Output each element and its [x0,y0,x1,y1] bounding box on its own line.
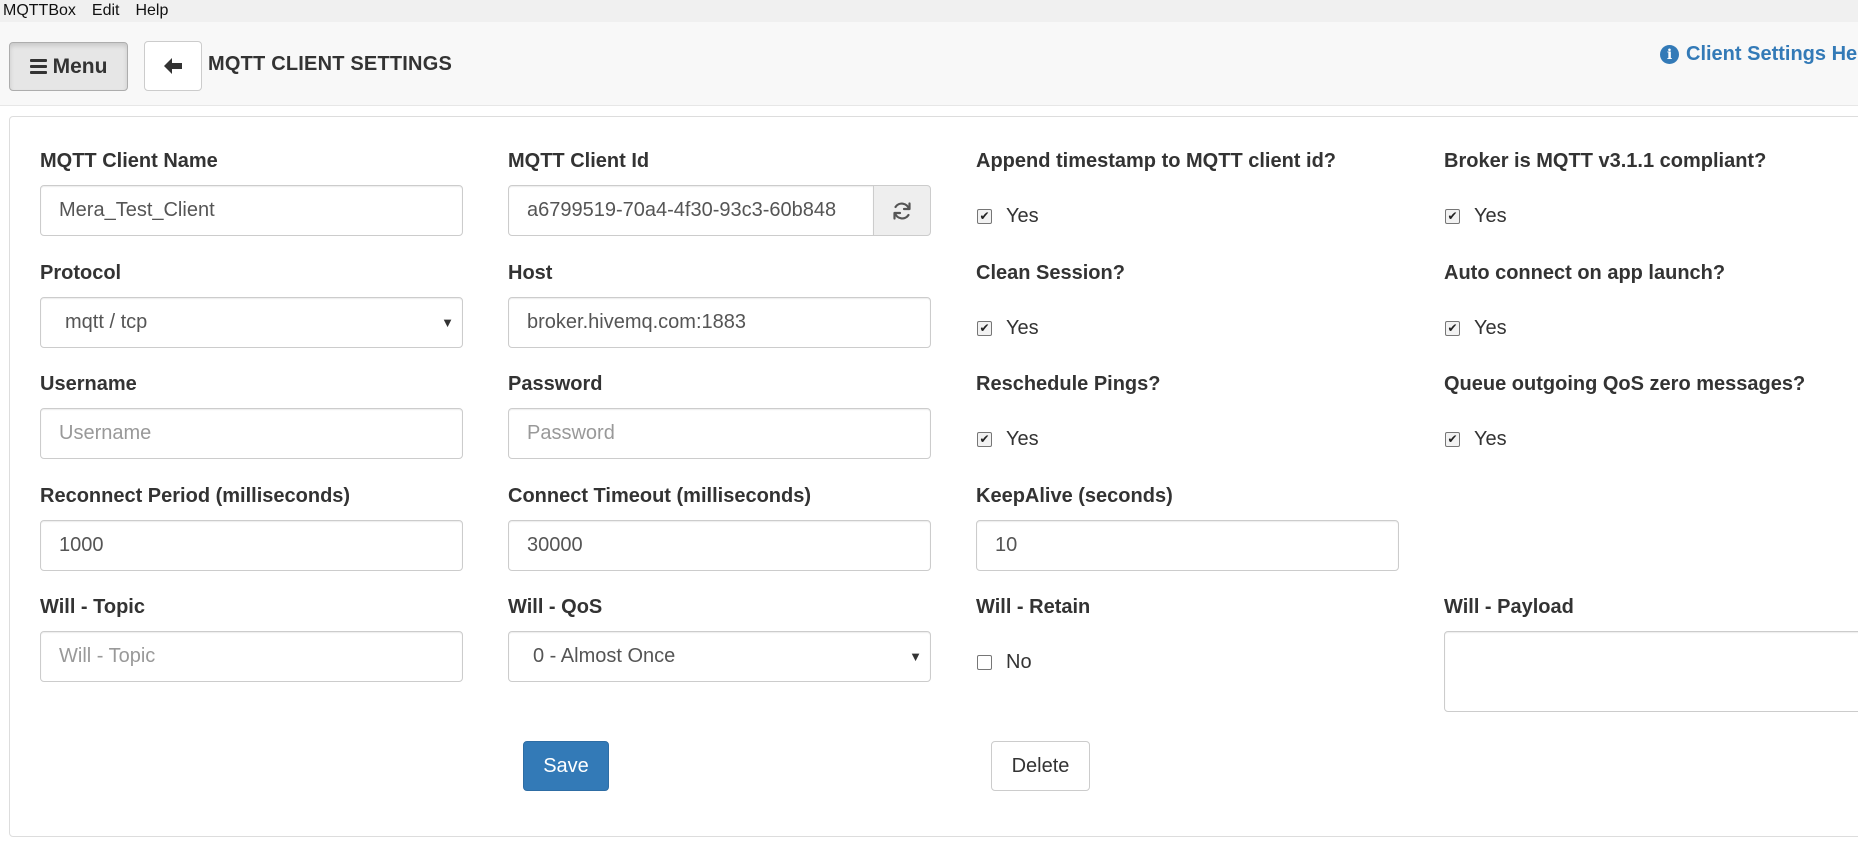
queue-qos-zero-option: Yes [1474,428,1507,450]
reconnect-period-input[interactable]: 1000 [40,520,463,571]
append-timestamp-label: Append timestamp to MQTT client id? [976,150,1336,172]
auto-connect-option: Yes [1474,317,1507,339]
mqtt-311-checkbox[interactable]: ✔ Yes [1445,205,1507,228]
username-input[interactable] [40,408,463,459]
regenerate-client-id-button[interactable] [873,185,931,236]
arrow-left-icon [164,58,182,74]
will-topic-input[interactable] [40,631,463,682]
checkbox-checked-icon: ✔ [1445,432,1460,447]
connect-timeout-input[interactable]: 30000 [508,520,931,571]
help-link-label: Client Settings He [1686,43,1858,65]
back-button[interactable] [144,41,202,91]
protocol-select[interactable]: mqtt / tcp ▼ [40,297,463,348]
will-payload-textarea[interactable] [1444,631,1858,712]
will-qos-select[interactable]: 0 - Almost Once ▼ [508,631,931,682]
mqtt-311-label: Broker is MQTT v3.1.1 compliant? [1444,150,1767,172]
clean-session-checkbox[interactable]: ✔ Yes [977,317,1039,340]
will-retain-checkbox[interactable]: No [977,651,1032,674]
clean-session-label: Clean Session? [976,262,1125,284]
reschedule-pings-label: Reschedule Pings? [976,373,1161,395]
checkbox-checked-icon: ✔ [977,432,992,447]
menubar-app[interactable]: MQTTBox [3,0,76,22]
auto-connect-label: Auto connect on app launch? [1444,262,1726,284]
client-id-input[interactable]: a6799519-70a4-4f30-93c3-60b848 [508,185,874,236]
menu-button[interactable]: Menu [9,42,128,91]
will-topic-label: Will - Topic [40,596,145,618]
keepalive-input[interactable]: 10 [976,520,1399,571]
keepalive-label: KeepAlive (seconds) [976,485,1173,507]
hamburger-icon [29,59,47,74]
refresh-icon [893,201,911,220]
checkbox-checked-icon: ✔ [1445,321,1460,336]
queue-qos-zero-label: Queue outgoing QoS zero messages? [1444,373,1806,395]
connect-timeout-label: Connect Timeout (milliseconds) [508,485,811,507]
reconnect-period-label: Reconnect Period (milliseconds) [40,485,351,507]
will-payload-label: Will - Payload [1444,596,1574,618]
checkbox-checked-icon: ✔ [977,321,992,336]
will-retain-option: No [1006,651,1032,673]
info-icon: i [1660,45,1679,64]
username-label: Username [40,373,137,395]
will-retain-label: Will - Retain [976,596,1091,618]
client-settings-help-link[interactable]: i Client Settings He [1660,43,1857,66]
menubar-edit[interactable]: Edit [92,0,120,22]
auto-connect-checkbox[interactable]: ✔ Yes [1445,317,1507,340]
mqtt-311-option: Yes [1474,205,1507,227]
menu-button-label: Menu [52,54,108,78]
dropdown-caret-icon: ▼ [909,649,922,664]
save-button[interactable]: Save [523,741,609,791]
queue-qos-zero-checkbox[interactable]: ✔ Yes [1445,428,1507,451]
reschedule-pings-checkbox[interactable]: ✔ Yes [977,428,1039,451]
reschedule-pings-option: Yes [1006,428,1039,450]
checkbox-checked-icon: ✔ [1445,209,1460,224]
dropdown-caret-icon: ▼ [441,315,454,330]
checkbox-checked-icon: ✔ [977,209,992,224]
page-title: MQTT CLIENT SETTINGS [208,53,452,75]
will-qos-selected-value: 0 - Almost Once [533,645,676,667]
client-id-label: MQTT Client Id [508,150,650,172]
menubar-help[interactable]: Help [135,0,168,22]
clean-session-option: Yes [1006,317,1039,339]
append-timestamp-checkbox[interactable]: ✔ Yes [977,205,1039,228]
delete-button[interactable]: Delete [991,741,1090,791]
protocol-selected-value: mqtt / tcp [65,311,148,333]
append-timestamp-option: Yes [1006,205,1039,227]
checkbox-unchecked-icon [977,655,992,670]
app-menubar: MQTTBox Edit Help [0,0,1858,22]
client-name-label: MQTT Client Name [40,150,218,172]
password-label: Password [508,373,603,395]
host-input[interactable]: broker.hivemq.com:1883 [508,297,931,348]
top-navbar: Menu MQTT CLIENT SETTINGS i Client Setti… [0,22,1858,106]
client-name-input[interactable]: Mera_Test_Client [40,185,463,236]
protocol-label: Protocol [40,262,122,284]
will-qos-label: Will - QoS [508,596,603,618]
host-label: Host [508,262,553,284]
password-input[interactable] [508,408,931,459]
